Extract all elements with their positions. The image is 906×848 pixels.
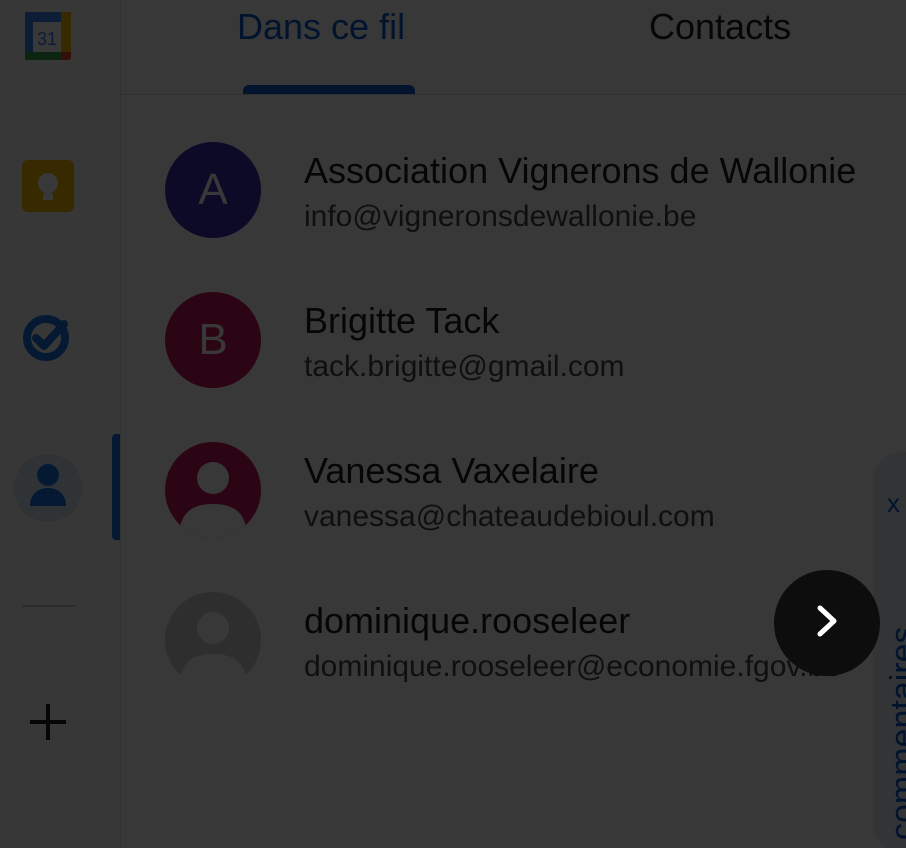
contact-email: tack.brigitte@gmail.com — [304, 350, 625, 383]
screen: 31 Dans ce fil Contacts A Association Vi… — [0, 0, 906, 848]
add-addon-button[interactable] — [14, 690, 82, 758]
avatar: B — [165, 292, 261, 388]
contact-row[interactable]: B Brigitte Tack tack.brigitte@gmail.com — [121, 266, 906, 416]
calendar-icon: 31 — [23, 10, 73, 67]
person-silhouette-icon — [179, 462, 247, 538]
tasks-check-icon — [22, 310, 74, 367]
avatar: A — [165, 142, 261, 238]
contact-name: Brigitte Tack — [304, 300, 500, 341]
tab-contacts[interactable]: Contacts — [649, 6, 791, 48]
contacts-panel: Dans ce fil Contacts A Association Vigne… — [121, 0, 906, 848]
active-rail-indicator — [112, 434, 120, 540]
active-tab-underline — [243, 85, 415, 94]
tab-in-thread[interactable]: Dans ce fil — [237, 6, 405, 48]
chevron-right-icon — [812, 604, 842, 643]
next-button[interactable] — [774, 570, 880, 676]
contact-row[interactable]: Vanessa Vaxelaire vanessa@chateaudebioul… — [121, 416, 906, 566]
rail-item-tasks[interactable] — [14, 304, 82, 372]
tab-bar: Dans ce fil Contacts — [121, 0, 906, 95]
default-avatar-icon — [179, 612, 247, 688]
avatar-initial: B — [198, 315, 228, 364]
contact-email: info@vigneronsdewallonie.be — [304, 200, 697, 233]
plus-icon — [28, 702, 68, 747]
side-rail: 31 — [0, 0, 121, 848]
contact-row[interactable]: A Association Vignerons de Wallonie info… — [121, 116, 906, 266]
rail-item-contacts[interactable] — [14, 454, 82, 522]
rail-item-keep[interactable] — [14, 154, 82, 222]
contacts-person-icon — [26, 462, 70, 515]
close-icon[interactable]: x — [887, 488, 900, 519]
avatar-initial: A — [198, 165, 228, 214]
contact-email: vanessa@chateaudebioul.com — [304, 500, 715, 533]
avatar — [165, 592, 261, 688]
contact-name: Vanessa Vaxelaire — [304, 450, 599, 491]
avatar — [165, 442, 261, 538]
contact-name: Association Vignerons de Wallonie — [304, 150, 857, 191]
rail-divider — [22, 605, 76, 607]
rail-item-calendar[interactable]: 31 — [14, 4, 82, 72]
comments-panel-label: commentaires — [884, 626, 906, 840]
keep-bulb-icon — [22, 159, 74, 217]
svg-text:31: 31 — [37, 29, 57, 49]
